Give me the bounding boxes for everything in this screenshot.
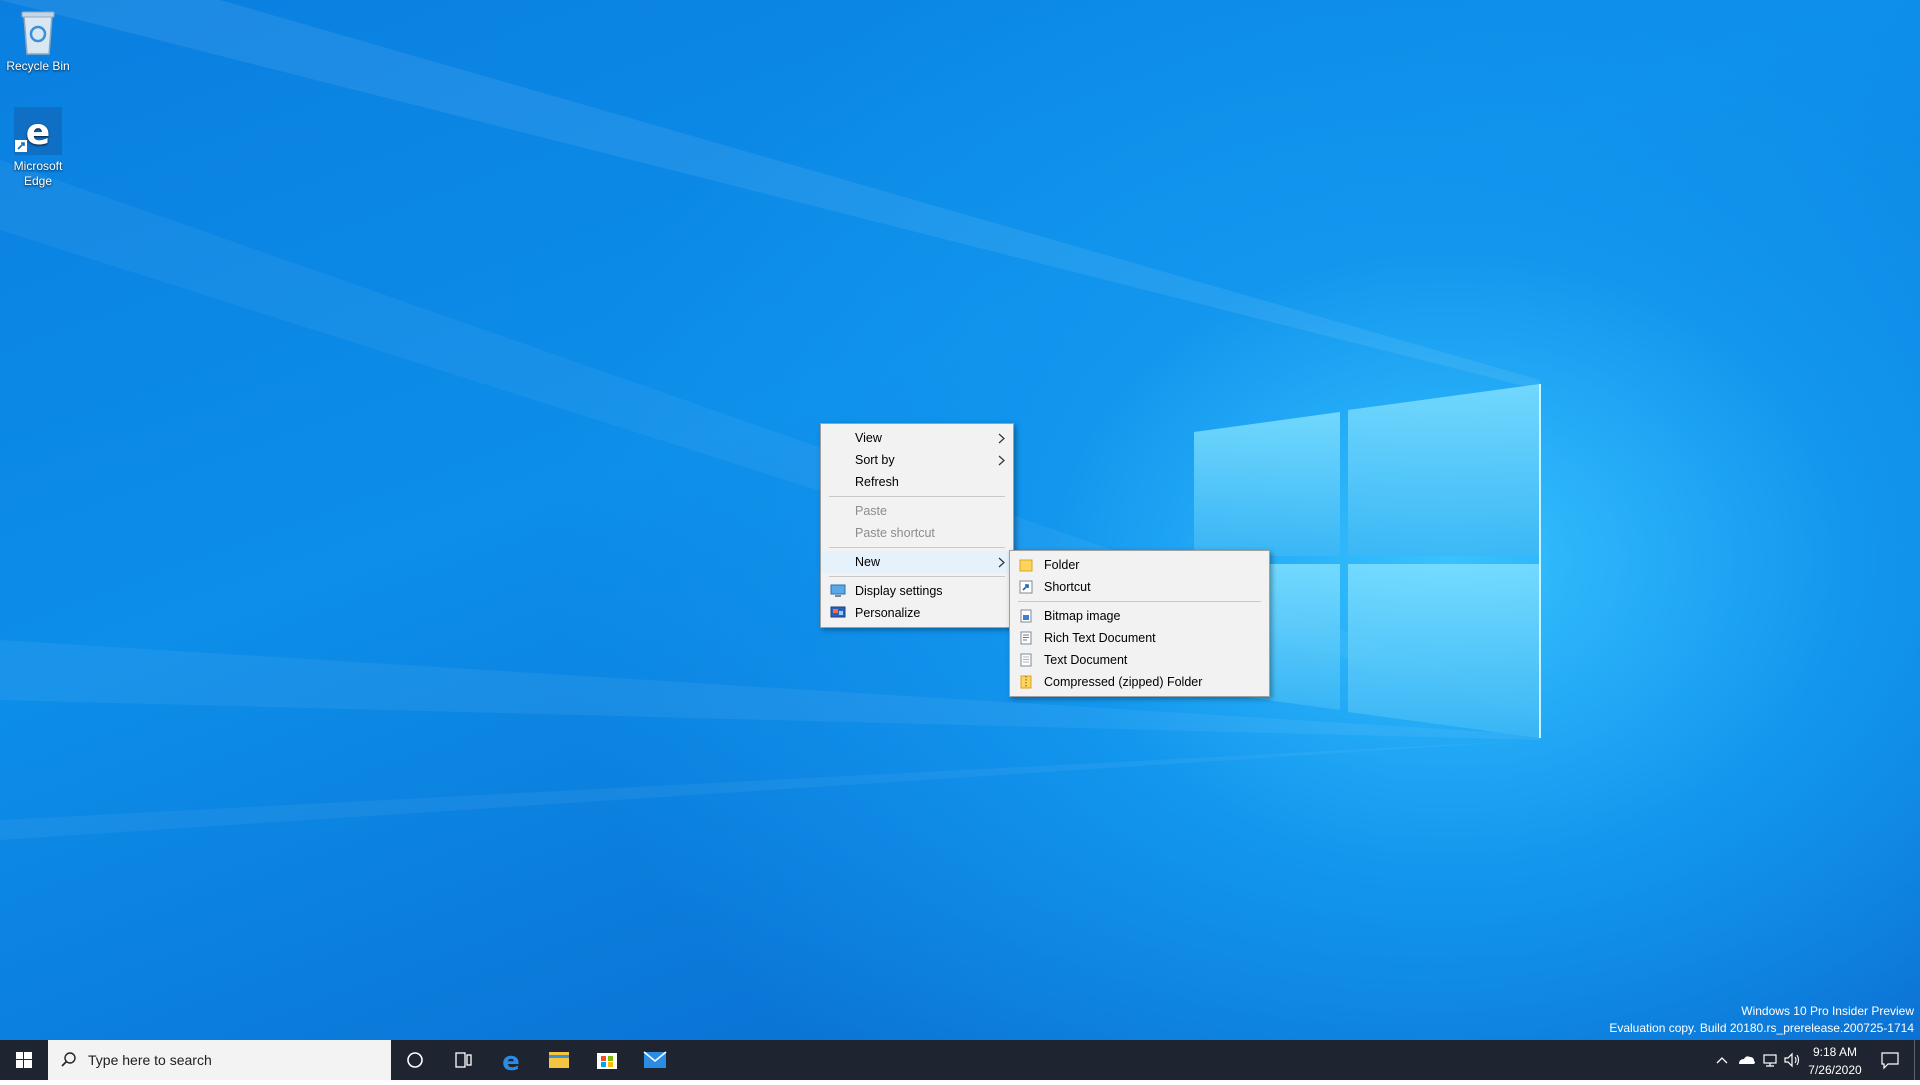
file-explorer-icon [549, 1052, 569, 1068]
task-view-icon [455, 1052, 472, 1068]
store-icon [597, 1053, 617, 1069]
menu-item-refresh[interactable]: Refresh [821, 471, 1013, 493]
rich-text-document-icon [1020, 631, 1032, 645]
notification-icon [1881, 1052, 1899, 1070]
evaluation-watermark: Windows 10 Pro Insider Preview Evaluatio… [1609, 1003, 1914, 1037]
desktop-context-menu: View Sort by Refresh Paste Paste shortcu… [820, 423, 1014, 628]
clock-time: 9:18 AM [1812, 1045, 1858, 1059]
network-icon [1763, 1054, 1777, 1067]
new-rich-text-item[interactable]: Rich Text Document [1010, 627, 1269, 649]
menu-separator [829, 547, 1005, 548]
new-text-document-label: Text Document [1044, 653, 1128, 667]
folder-icon [1019, 559, 1033, 572]
svg-text:e: e [26, 112, 50, 153]
taskbar-search-box[interactable]: Type here to search [48, 1040, 391, 1080]
onedrive-tray[interactable] [1734, 1040, 1758, 1080]
personalize-icon [830, 606, 846, 618]
mail-icon [643, 1051, 667, 1068]
menu-item-paste-shortcut: Paste shortcut [821, 522, 1013, 544]
menu-item-new-label: New [855, 555, 881, 569]
menu-item-refresh-label: Refresh [855, 475, 899, 489]
new-folder-label: Folder [1044, 558, 1080, 572]
chevron-right-icon [998, 455, 1005, 466]
task-view-button[interactable] [439, 1040, 487, 1080]
menu-item-new[interactable]: New [821, 551, 1013, 573]
menu-item-paste-shortcut-label: Paste shortcut [855, 526, 935, 540]
menu-item-paste: Paste [821, 500, 1013, 522]
cortana-button[interactable] [391, 1040, 439, 1080]
menu-item-view-label: View [855, 431, 882, 445]
chevron-right-icon [998, 557, 1005, 568]
new-folder-item[interactable]: Folder [1010, 554, 1269, 576]
text-document-icon [1020, 653, 1032, 667]
zip-folder-icon [1020, 675, 1032, 689]
menu-item-paste-label: Paste [855, 504, 887, 518]
taskbar-mail[interactable] [631, 1040, 679, 1080]
new-rich-text-label: Rich Text Document [1044, 631, 1156, 645]
new-bitmap-label: Bitmap image [1044, 609, 1121, 623]
menu-item-sort-by[interactable]: Sort by [821, 449, 1013, 471]
show-hidden-icons-button[interactable] [1710, 1040, 1734, 1080]
recycle-bin-shortcut[interactable]: Recycle Bin [0, 6, 76, 74]
edge-label-line2: Edge [23, 174, 53, 188]
recycle-bin-icon [21, 11, 55, 55]
watermark-line1: Windows 10 Pro Insider Preview [1741, 1004, 1914, 1018]
recycle-bin-label: Recycle Bin [6, 59, 70, 73]
taskbar: Type here to search e 9:18 AM 7/26/2020 [0, 1040, 1920, 1080]
menu-separator [829, 576, 1005, 577]
menu-item-display-settings-label: Display settings [855, 584, 943, 598]
new-compressed-folder-item[interactable]: Compressed (zipped) Folder [1010, 671, 1269, 693]
menu-separator [1018, 601, 1261, 602]
menu-item-display-settings[interactable]: Display settings [821, 580, 1013, 602]
menu-item-sort-by-label: Sort by [855, 453, 895, 467]
chevron-right-icon [998, 433, 1005, 444]
microsoft-edge-shortcut[interactable]: e Microsoft Edge [0, 106, 76, 189]
new-bitmap-item[interactable]: Bitmap image [1010, 605, 1269, 627]
start-button[interactable] [0, 1040, 48, 1080]
search-icon [61, 1052, 76, 1067]
show-desktop-button[interactable] [1914, 1040, 1920, 1080]
shortcut-icon [1019, 580, 1033, 594]
onedrive-cloud-icon [1739, 1056, 1755, 1064]
menu-item-view[interactable]: View [821, 427, 1013, 449]
chevron-up-icon [1716, 1057, 1728, 1064]
network-tray[interactable] [1758, 1040, 1782, 1080]
bitmap-image-icon [1020, 609, 1032, 623]
desktop[interactable]: Recycle Bin e Microsoft Edge View Sort b… [0, 0, 1920, 1040]
watermark-line2: Evaluation copy. Build 20180.rs_prerelea… [1609, 1021, 1914, 1035]
cortana-icon [407, 1052, 423, 1068]
edge-icon: e [502, 1047, 520, 1077]
menu-item-personalize-label: Personalize [855, 606, 921, 620]
new-shortcut-item[interactable]: Shortcut [1010, 576, 1269, 598]
svg-text:e: e [502, 1047, 520, 1077]
taskbar-clock[interactable]: 9:18 AM 7/26/2020 [1800, 1040, 1870, 1080]
new-shortcut-label: Shortcut [1044, 580, 1091, 594]
display-settings-icon [830, 584, 846, 597]
action-center-button[interactable] [1872, 1040, 1908, 1080]
windows-logo-icon [16, 1052, 32, 1068]
clock-date: 7/26/2020 [1808, 1063, 1862, 1077]
taskbar-file-explorer[interactable] [535, 1040, 583, 1080]
search-placeholder: Type here to search [88, 1052, 212, 1068]
menu-item-personalize[interactable]: Personalize [821, 602, 1013, 624]
edge-icon: e [14, 107, 62, 155]
taskbar-edge[interactable]: e [487, 1040, 535, 1080]
taskbar-store[interactable] [583, 1040, 631, 1080]
edge-label-line1: Microsoft [13, 159, 63, 173]
new-submenu: Folder Shortcut Bitmap image Rich Text D… [1009, 550, 1270, 697]
new-compressed-folder-label: Compressed (zipped) Folder [1044, 675, 1203, 689]
new-text-document-item[interactable]: Text Document [1010, 649, 1269, 671]
menu-separator [829, 496, 1005, 497]
